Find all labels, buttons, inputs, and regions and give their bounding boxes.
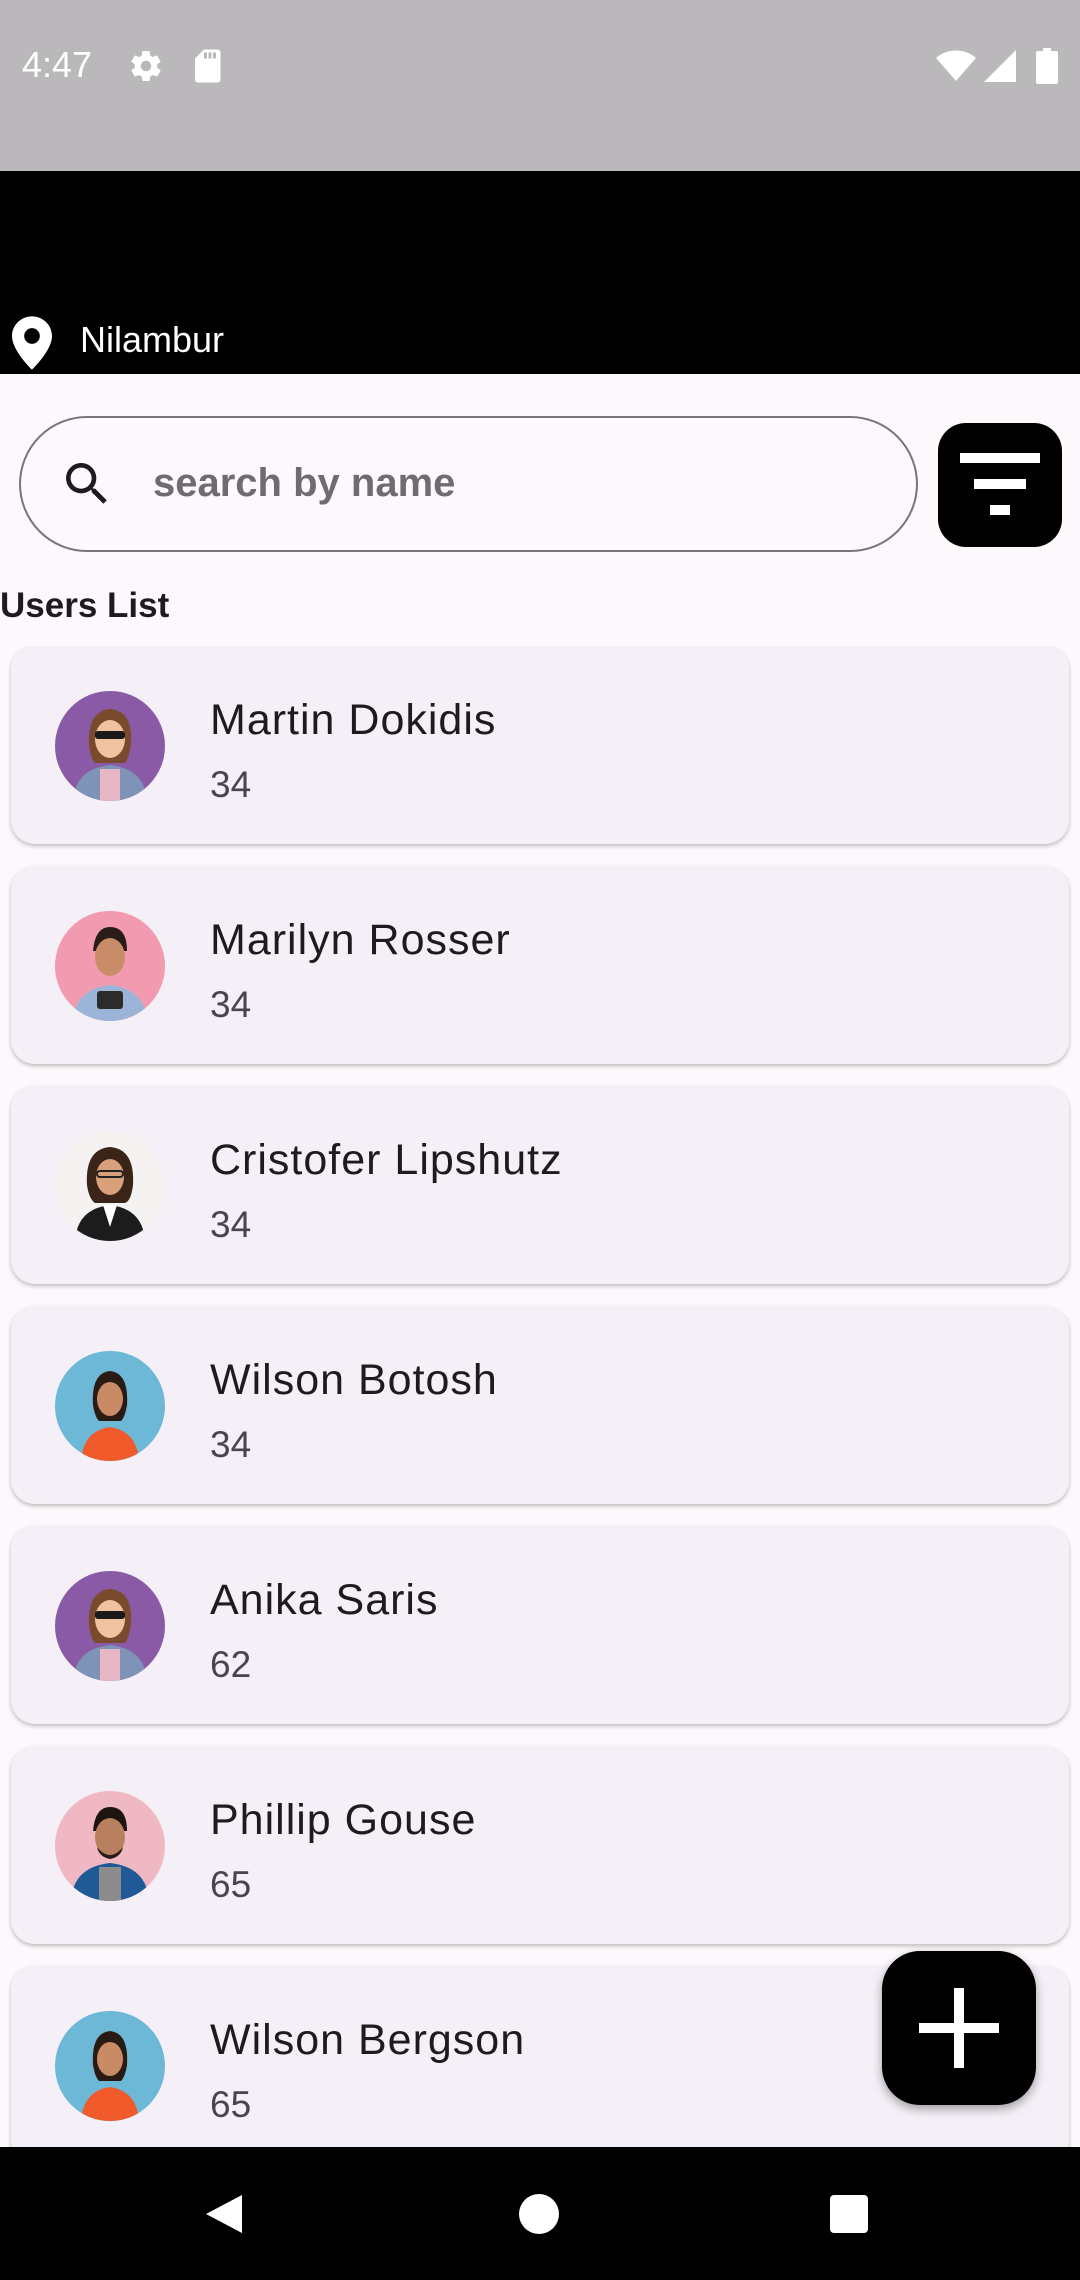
- user-age: 34: [210, 984, 252, 1025]
- gear-icon: [131, 51, 161, 82]
- user-card[interactable]: Wilson Botosh 34: [11, 1306, 1069, 1504]
- sd-card-icon: [195, 49, 221, 83]
- avatar: [55, 2011, 165, 2121]
- search-icon: [66, 463, 107, 504]
- user-card[interactable]: Martin Dokidis 34: [11, 646, 1069, 844]
- user-name: Wilson Botosh: [210, 1356, 498, 1404]
- back-icon[interactable]: [202, 2191, 248, 2237]
- app-bar: Nilambur: [0, 171, 1080, 374]
- user-card[interactable]: Phillip Gouse 65: [11, 1746, 1069, 1944]
- avatar: [55, 1351, 165, 1461]
- avatar: [55, 1571, 165, 1681]
- user-name: Marilyn Rosser: [210, 916, 511, 964]
- location-name[interactable]: Nilambur: [80, 319, 224, 361]
- user-age: 34: [210, 1204, 252, 1245]
- user-name: Phillip Gouse: [210, 1796, 477, 1844]
- location-pin-icon: [12, 316, 52, 370]
- battery-icon: [1036, 48, 1058, 84]
- user-card[interactable]: Cristofer Lipshutz 34: [11, 1086, 1069, 1284]
- avatar: [55, 1131, 165, 1241]
- user-name: Martin Dokidis: [210, 696, 497, 744]
- avatar: [55, 1791, 165, 1901]
- add-user-button[interactable]: [882, 1951, 1036, 2105]
- status-bar: 4:47: [0, 0, 1080, 171]
- users-list-title: Users List: [0, 586, 170, 625]
- user-age: 65: [210, 1864, 252, 1905]
- filter-icon: [960, 453, 1040, 515]
- home-icon[interactable]: [516, 2191, 562, 2237]
- filter-button[interactable]: [938, 423, 1062, 547]
- user-age: 34: [210, 1424, 252, 1465]
- navigation-bar: [0, 2147, 1080, 2280]
- avatar: [55, 911, 165, 1021]
- user-name: Cristofer Lipshutz: [210, 1136, 563, 1184]
- search-box[interactable]: [19, 416, 918, 552]
- user-card[interactable]: Anika Saris 62: [11, 1526, 1069, 1724]
- users-list[interactable]: Martin Dokidis 34 Marilyn Rosser 34 Cris…: [0, 646, 1080, 2147]
- recent-apps-icon[interactable]: [826, 2191, 872, 2237]
- user-age: 34: [210, 764, 252, 805]
- wifi-icon: [936, 50, 976, 81]
- signal-icon: [984, 50, 1016, 82]
- user-name: Wilson Bergson: [210, 2016, 526, 2064]
- avatar: [55, 691, 165, 801]
- user-age: 62: [210, 1644, 252, 1685]
- plus-icon: [919, 1988, 999, 2068]
- user-card[interactable]: Marilyn Rosser 34: [11, 866, 1069, 1064]
- user-age: 65: [210, 2084, 252, 2125]
- search-input[interactable]: [151, 448, 851, 518]
- user-name: Anika Saris: [210, 1576, 439, 1624]
- status-time: 4:47: [22, 44, 93, 85]
